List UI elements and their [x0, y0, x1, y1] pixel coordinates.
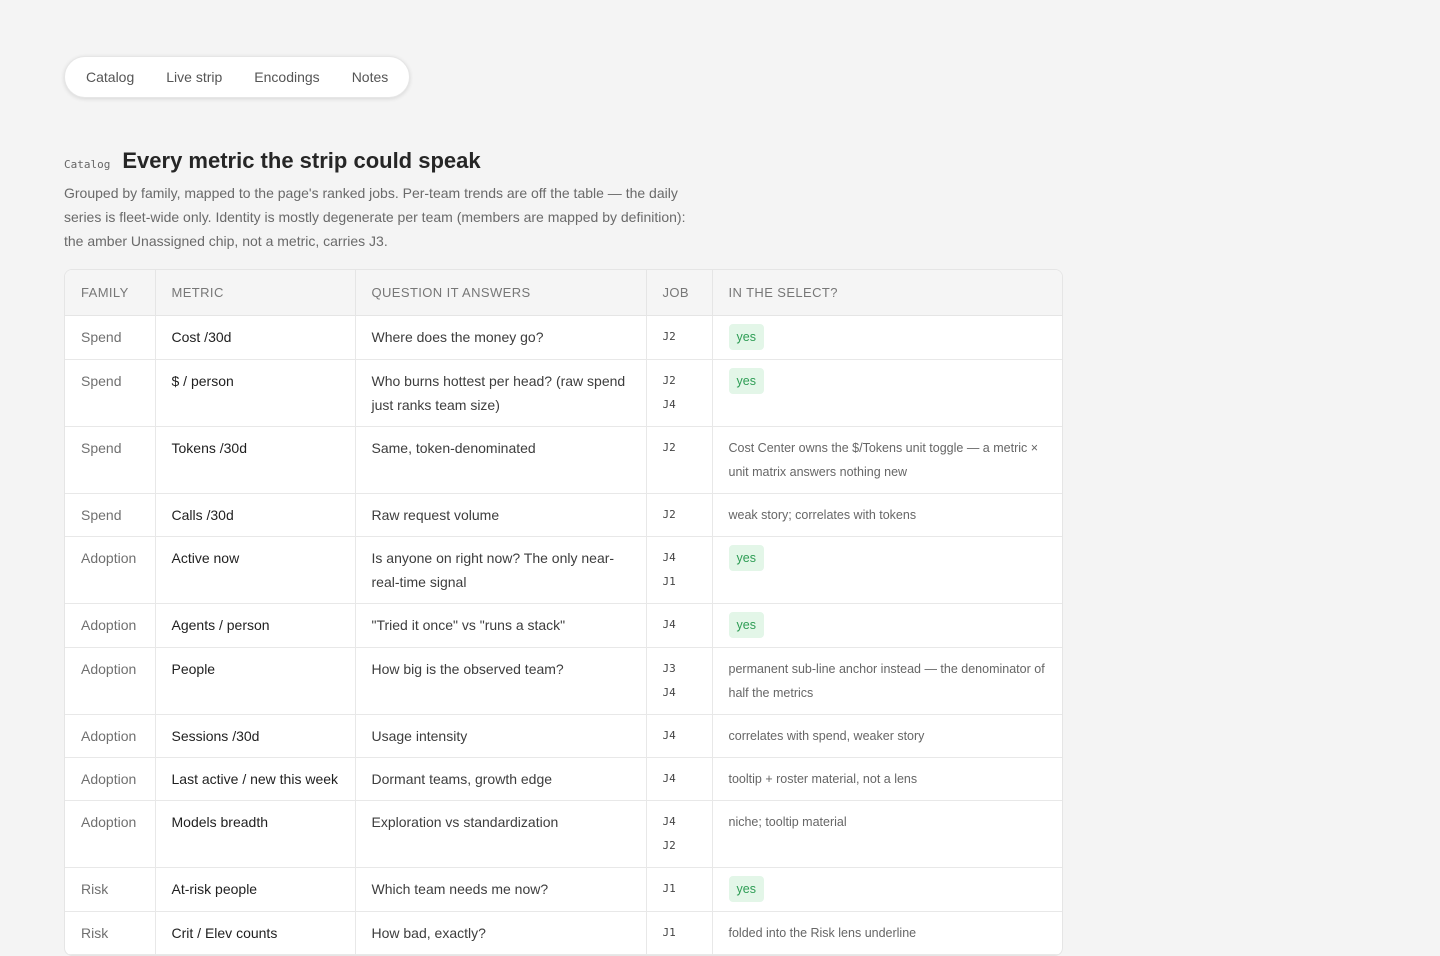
header-metric: METRIC [155, 270, 356, 316]
select-cell: tooltip + roster material, not a lens [712, 757, 1062, 801]
select-cell: niche; tooltip material [712, 800, 1062, 868]
tab-live-strip[interactable]: Live strip [150, 57, 238, 97]
job-cell: J1 [646, 911, 713, 955]
select-cell: yes [712, 315, 1062, 360]
select-cell: Cost Center owns the $/Tokens unit toggl… [712, 426, 1062, 494]
tab-encodings[interactable]: Encodings [238, 57, 335, 97]
select-cell: weak story; correlates with tokens [712, 493, 1062, 537]
table-row: Adoption People How big is the observed te… [65, 647, 1062, 715]
job-cell: J2 [646, 315, 713, 360]
question-cell: Where does the money go? [355, 315, 647, 360]
question-cell: Who burns hottest per head? (raw spend j… [355, 359, 647, 427]
header-in-select: IN THE SELECT? [712, 270, 1062, 316]
metric-cell: People [155, 647, 356, 715]
yes-badge: yes [728, 323, 764, 350]
table-header-row: FAMILY METRIC QUESTION IT ANSWERS JOB IN… [65, 270, 1062, 316]
question-cell: Dormant teams, growth edge [355, 757, 647, 801]
table-row: Spend $ / person Who burns hottest per hea… [65, 359, 1062, 427]
job-cell: J4 [646, 757, 713, 801]
job-cell: J4 J2 [646, 800, 713, 868]
header-job: JOB [646, 270, 713, 316]
family-cell: Adoption [65, 603, 156, 648]
select-cell: yes [712, 536, 1062, 604]
view-tabs: Catalog Live strip Encodings Notes [64, 56, 411, 98]
metric-cell: $ / person [155, 359, 356, 427]
table-row: Spend Tokens /30d Same, token-denominated J… [65, 426, 1062, 494]
select-cell: yes [712, 867, 1062, 912]
select-cell: folded into the Risk lens underline [712, 911, 1062, 955]
table-row: Adoption Sessions /30d Usage intensity J4 co… [65, 714, 1062, 758]
job-cell: J4 J1 [646, 536, 713, 604]
yes-badge: yes [728, 544, 764, 571]
family-cell: Adoption [65, 647, 156, 715]
select-cell: permanent sub-line anchor instead — the … [712, 647, 1062, 715]
yes-badge: yes [728, 367, 764, 394]
header-question: QUESTION IT ANSWERS [355, 270, 647, 316]
tab-catalog[interactable]: Catalog [70, 57, 150, 97]
table-row: Adoption Active now Is anyone on right now… [65, 536, 1062, 604]
family-cell: Adoption [65, 714, 156, 758]
section-eyebrow: Catalog [64, 158, 111, 171]
job-cell: J3 J4 [646, 647, 713, 715]
job-cell: J2 [646, 493, 713, 537]
table-row: Adoption Models breadth Exploration vs sta… [65, 800, 1062, 868]
metric-cell: Sessions /30d [155, 714, 356, 758]
family-cell: Spend [65, 315, 156, 360]
question-cell: How bad, exactly? [355, 911, 647, 955]
family-cell: Adoption [65, 536, 156, 604]
select-cell: yes [712, 603, 1062, 648]
header-family: FAMILY [65, 270, 156, 316]
metric-cell: Crit / Elev counts [155, 911, 356, 955]
metric-cell: Last active / new this week [155, 757, 356, 801]
table-row: Spend Cost /30d Where does the money go? J2… [65, 315, 1062, 360]
metric-cell: Calls /30d [155, 493, 356, 537]
table-row: Adoption Last active / new this week Dorma… [65, 757, 1062, 801]
family-cell: Risk [65, 911, 156, 955]
question-cell: Same, token-denominated [355, 426, 647, 494]
tab-notes[interactable]: Notes [336, 57, 405, 97]
section-header: Catalog Every metric the strip could spe… [64, 148, 481, 174]
question-cell: Is anyone on right now? The only near-re… [355, 536, 647, 604]
question-cell: "Tried it once" vs "runs a stack" [355, 603, 647, 648]
yes-badge: yes [728, 875, 764, 902]
metric-cell: Agents / person [155, 603, 356, 648]
table-row: Spend Calls /30d Raw request volume J2 weak … [65, 493, 1062, 537]
table-row: Adoption Agents / person "Tried it once" v… [65, 603, 1062, 648]
section-description: Grouped by family, mapped to the page's … [64, 185, 686, 249]
page-title: Every metric the strip could speak [122, 148, 481, 173]
metric-cell: Tokens /30d [155, 426, 356, 494]
metric-cell: Models breadth [155, 800, 356, 868]
question-cell: How big is the observed team? [355, 647, 647, 715]
metric-catalog-table: FAMILY METRIC QUESTION IT ANSWERS JOB IN… [64, 269, 1063, 956]
job-cell: J1 [646, 867, 713, 912]
question-cell: Exploration vs standardization [355, 800, 647, 868]
metric-cell: Active now [155, 536, 356, 604]
select-cell: correlates with spend, weaker story [712, 714, 1062, 758]
job-cell: J2 J4 [646, 359, 713, 427]
family-cell: Spend [65, 426, 156, 494]
metric-cell: Cost /30d [155, 315, 356, 360]
table-row: Risk Crit / Elev counts How bad, exactly? J… [65, 911, 1062, 955]
table-row: Risk At-risk people Which team needs me no… [65, 867, 1062, 912]
family-cell: Risk [65, 867, 156, 912]
job-cell: J2 [646, 426, 713, 494]
question-cell: Raw request volume [355, 493, 647, 537]
job-cell: J4 [646, 714, 713, 758]
question-cell: Usage intensity [355, 714, 647, 758]
yes-badge: yes [728, 611, 764, 638]
metric-cell: At-risk people [155, 867, 356, 912]
family-cell: Adoption [65, 800, 156, 868]
family-cell: Adoption [65, 757, 156, 801]
question-cell: Which team needs me now? [355, 867, 647, 912]
family-cell: Spend [65, 359, 156, 427]
job-cell: J4 [646, 603, 713, 648]
family-cell: Spend [65, 493, 156, 537]
select-cell: yes [712, 359, 1062, 427]
